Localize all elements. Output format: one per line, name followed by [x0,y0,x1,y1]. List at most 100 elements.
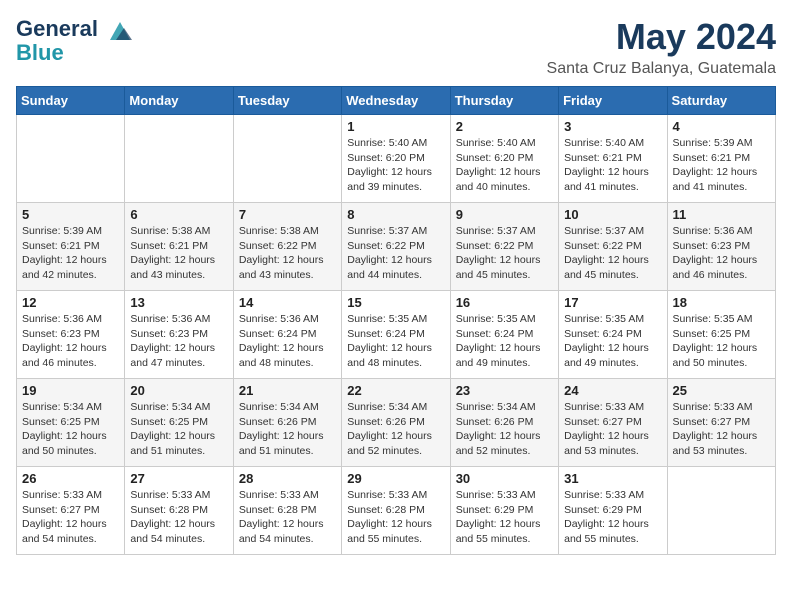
day-cell: 12 Sunrise: 5:36 AM Sunset: 6:23 PM Dayli… [17,291,125,379]
week-row-1: 1 Sunrise: 5:40 AM Sunset: 6:20 PM Daylig… [17,115,776,203]
day-info: Sunrise: 5:34 AM Sunset: 6:25 PM Dayligh… [22,400,119,459]
day-number: 18 [673,295,770,310]
day-cell: 23 Sunrise: 5:34 AM Sunset: 6:26 PM Dayli… [450,379,558,467]
day-cell: 16Sunrise: 5:35 AM Sunset: 6:24 PM Dayli… [450,291,558,379]
day-info: Sunrise: 5:36 AM Sunset: 6:23 PM Dayligh… [130,312,227,371]
day-number: 1 [347,119,444,134]
day-info: Sunrise: 5:35 AM Sunset: 6:24 PM Dayligh… [564,312,661,371]
header-row: SundayMondayTuesdayWednesdayThursdayFrid… [17,87,776,115]
day-info: Sunrise: 5:35 AM Sunset: 6:25 PM Dayligh… [673,312,770,371]
day-cell: 4 Sunrise: 5:39 AM Sunset: 6:21 PM Daylig… [667,115,775,203]
day-cell: 27Sunrise: 5:33 AM Sunset: 6:28 PM Dayli… [125,467,233,555]
day-number: 9 [456,207,553,222]
day-number: 5 [22,207,119,222]
day-number: 13 [130,295,227,310]
day-cell: 1 Sunrise: 5:40 AM Sunset: 6:20 PM Daylig… [342,115,450,203]
day-info: Sunrise: 5:33 AM Sunset: 6:29 PM Dayligh… [456,488,553,547]
day-cell [233,115,341,203]
day-info: Sunrise: 5:38 AM Sunset: 6:21 PM Dayligh… [130,224,227,283]
day-number: 25 [673,383,770,398]
day-number: 6 [130,207,227,222]
day-number: 14 [239,295,336,310]
day-cell: 26 Sunrise: 5:33 AM Sunset: 6:27 PM Dayli… [17,467,125,555]
day-number: 15 [347,295,444,310]
day-header-saturday: Saturday [667,87,775,115]
day-cell: 19 Sunrise: 5:34 AM Sunset: 6:25 PM Dayli… [17,379,125,467]
day-cell: 17 Sunrise: 5:35 AM Sunset: 6:24 PM Dayli… [559,291,667,379]
day-info: Sunrise: 5:40 AM Sunset: 6:20 PM Dayligh… [347,136,444,195]
day-info: Sunrise: 5:36 AM Sunset: 6:24 PM Dayligh… [239,312,336,371]
day-cell: 11 Sunrise: 5:36 AM Sunset: 6:23 PM Dayli… [667,203,775,291]
day-cell: 2 Sunrise: 5:40 AM Sunset: 6:20 PM Daylig… [450,115,558,203]
day-number: 30 [456,471,553,486]
day-header-thursday: Thursday [450,87,558,115]
day-header-wednesday: Wednesday [342,87,450,115]
day-number: 20 [130,383,227,398]
day-cell: 7Sunrise: 5:38 AM Sunset: 6:22 PM Daylig… [233,203,341,291]
day-number: 11 [673,207,770,222]
day-number: 31 [564,471,661,486]
logo: General Blue [16,16,134,66]
day-cell: 31Sunrise: 5:33 AM Sunset: 6:29 PM Dayli… [559,467,667,555]
day-number: 21 [239,383,336,398]
day-number: 10 [564,207,661,222]
day-info: Sunrise: 5:37 AM Sunset: 6:22 PM Dayligh… [564,224,661,283]
day-cell: 9 Sunrise: 5:37 AM Sunset: 6:22 PM Daylig… [450,203,558,291]
day-number: 2 [456,119,553,134]
day-cell: 15Sunrise: 5:35 AM Sunset: 6:24 PM Dayli… [342,291,450,379]
day-cell: 14 Sunrise: 5:36 AM Sunset: 6:24 PM Dayli… [233,291,341,379]
day-number: 4 [673,119,770,134]
day-info: Sunrise: 5:40 AM Sunset: 6:21 PM Dayligh… [564,136,661,195]
day-info: Sunrise: 5:33 AM Sunset: 6:28 PM Dayligh… [130,488,227,547]
day-info: Sunrise: 5:36 AM Sunset: 6:23 PM Dayligh… [673,224,770,283]
week-row-5: 26 Sunrise: 5:33 AM Sunset: 6:27 PM Dayli… [17,467,776,555]
day-info: Sunrise: 5:33 AM Sunset: 6:28 PM Dayligh… [347,488,444,547]
day-info: Sunrise: 5:34 AM Sunset: 6:26 PM Dayligh… [347,400,444,459]
title-area: May 2024 Santa Cruz Balanya, Guatemala [547,16,776,78]
day-cell: 28 Sunrise: 5:33 AM Sunset: 6:28 PM Dayli… [233,467,341,555]
day-number: 12 [22,295,119,310]
day-cell: 3 Sunrise: 5:40 AM Sunset: 6:21 PM Daylig… [559,115,667,203]
day-number: 26 [22,471,119,486]
day-cell: 29 Sunrise: 5:33 AM Sunset: 6:28 PM Dayli… [342,467,450,555]
calendar-table: SundayMondayTuesdayWednesdayThursdayFrid… [16,86,776,555]
day-info: Sunrise: 5:34 AM Sunset: 6:26 PM Dayligh… [239,400,336,459]
day-info: Sunrise: 5:38 AM Sunset: 6:22 PM Dayligh… [239,224,336,283]
day-number: 23 [456,383,553,398]
day-info: Sunrise: 5:36 AM Sunset: 6:23 PM Dayligh… [22,312,119,371]
day-cell: 6 Sunrise: 5:38 AM Sunset: 6:21 PM Daylig… [125,203,233,291]
day-number: 17 [564,295,661,310]
day-cell: 22Sunrise: 5:34 AM Sunset: 6:26 PM Dayli… [342,379,450,467]
day-info: Sunrise: 5:40 AM Sunset: 6:20 PM Dayligh… [456,136,553,195]
day-header-friday: Friday [559,87,667,115]
day-info: Sunrise: 5:34 AM Sunset: 6:25 PM Dayligh… [130,400,227,459]
day-info: Sunrise: 5:33 AM Sunset: 6:27 PM Dayligh… [673,400,770,459]
day-info: Sunrise: 5:39 AM Sunset: 6:21 PM Dayligh… [673,136,770,195]
day-info: Sunrise: 5:37 AM Sunset: 6:22 PM Dayligh… [456,224,553,283]
day-cell [125,115,233,203]
day-cell: 25 Sunrise: 5:33 AM Sunset: 6:27 PM Dayli… [667,379,775,467]
day-number: 28 [239,471,336,486]
day-info: Sunrise: 5:33 AM Sunset: 6:28 PM Dayligh… [239,488,336,547]
day-cell: 30 Sunrise: 5:33 AM Sunset: 6:29 PM Dayli… [450,467,558,555]
day-cell: 13 Sunrise: 5:36 AM Sunset: 6:23 PM Dayli… [125,291,233,379]
day-number: 3 [564,119,661,134]
logo-icon [106,16,134,44]
day-info: Sunrise: 5:34 AM Sunset: 6:26 PM Dayligh… [456,400,553,459]
day-cell: 5Sunrise: 5:39 AM Sunset: 6:21 PM Daylig… [17,203,125,291]
day-header-monday: Monday [125,87,233,115]
day-number: 8 [347,207,444,222]
day-info: Sunrise: 5:33 AM Sunset: 6:27 PM Dayligh… [22,488,119,547]
day-cell [667,467,775,555]
day-info: Sunrise: 5:33 AM Sunset: 6:27 PM Dayligh… [564,400,661,459]
day-cell: 24Sunrise: 5:33 AM Sunset: 6:27 PM Dayli… [559,379,667,467]
day-cell: 18 Sunrise: 5:35 AM Sunset: 6:25 PM Dayli… [667,291,775,379]
day-number: 19 [22,383,119,398]
week-row-3: 12 Sunrise: 5:36 AM Sunset: 6:23 PM Dayli… [17,291,776,379]
month-title: May 2024 [547,16,776,58]
day-cell [17,115,125,203]
day-number: 29 [347,471,444,486]
day-info: Sunrise: 5:37 AM Sunset: 6:22 PM Dayligh… [347,224,444,283]
day-number: 16 [456,295,553,310]
week-row-4: 19 Sunrise: 5:34 AM Sunset: 6:25 PM Dayli… [17,379,776,467]
